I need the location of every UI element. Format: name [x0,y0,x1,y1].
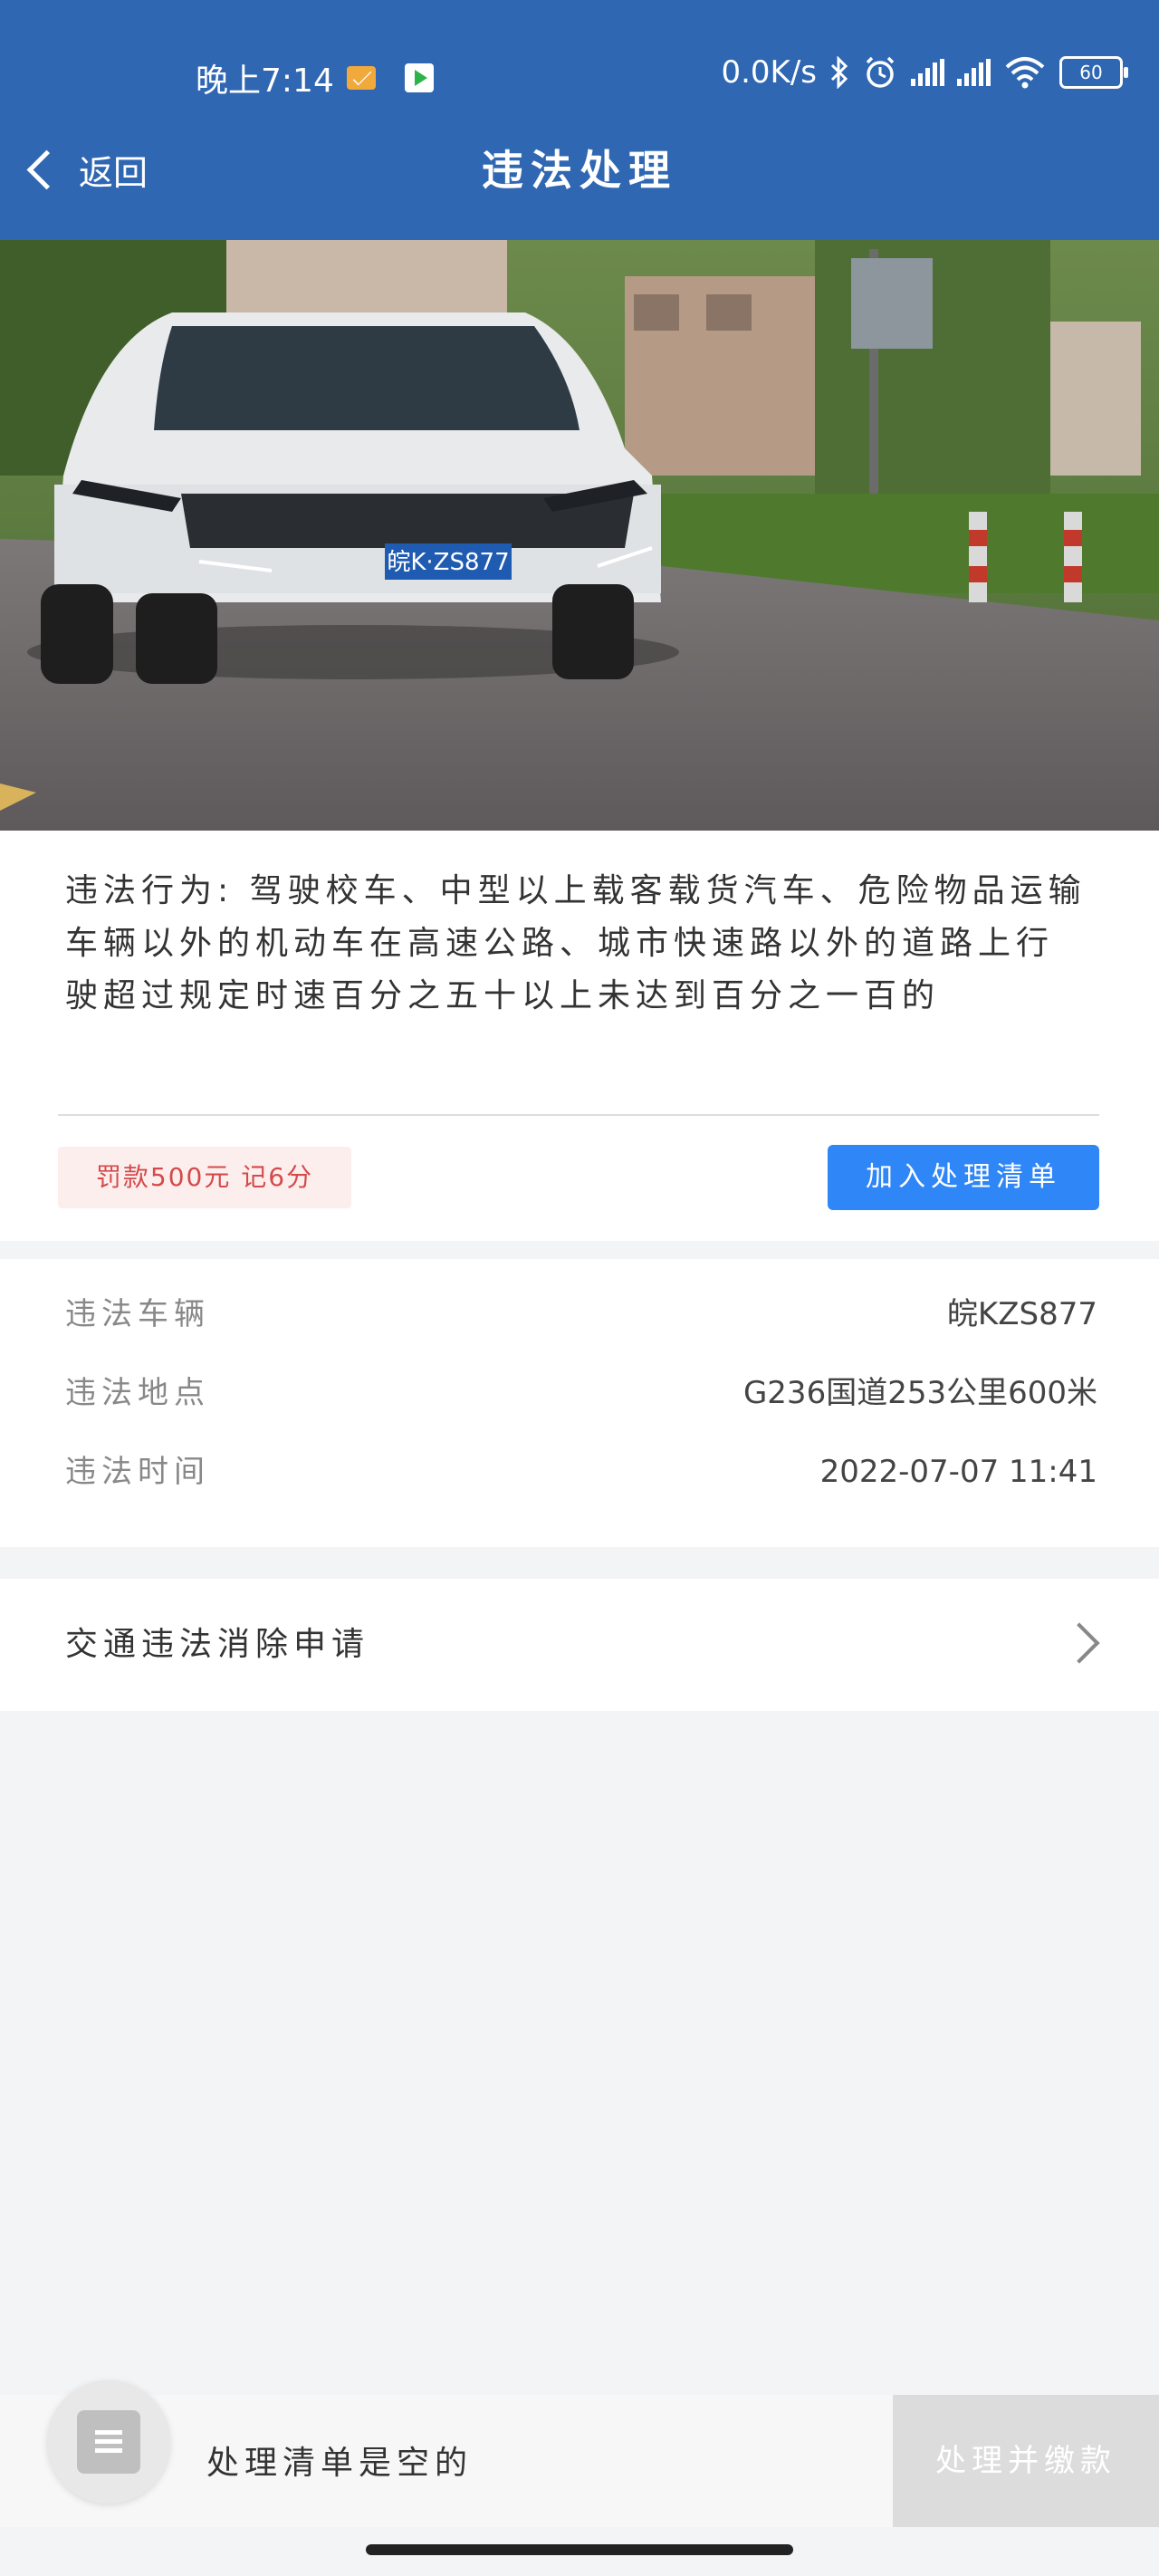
empty-list-text: 处理清单是空的 [206,2445,474,2482]
alarm-icon [866,56,895,88]
detail-label: 违法时间 [65,1454,210,1490]
appeal-label: 交通违法消除申请 [65,1626,370,1663]
license-plate-text: 皖K·ZS877 [387,549,509,576]
violation-card: 违法行为: 驾驶校车、中型以上载客载货汽车、危险物品运输车辆以外的机动车在高速公… [0,831,1159,1241]
wifi-icon [1005,57,1045,89]
penalty-badge: 罚款500元 记6分 [58,1147,351,1208]
appeal-row[interactable]: 交通违法消除申请 [0,1579,1159,1711]
network-speed: 0.0K/s [721,54,817,91]
app-header: 晚上7:14 0.0K/s 60 返回 违法处理 [0,0,1159,240]
list-icon [77,2410,140,2474]
detail-row-location: 违法地点 G236国道253公里600米 [65,1366,1097,1420]
battery-icon: 60 [1059,56,1128,89]
bottom-bar: 处理清单是空的 处理并缴款 [0,2380,1159,2527]
behavior-label: 违法行为: [65,872,235,909]
status-time: 晚上7:14 [196,62,334,100]
page-title: 违法处理 [482,146,677,195]
play-store-icon [404,63,434,92]
detail-row-vehicle: 违法车辆 皖KZS877 [65,1287,1097,1341]
violation-behavior: 违法行为: 驾驶校车、中型以上载客载货汽车、危险物品运输车辆以外的机动车在高速公… [65,865,1088,1023]
divider [58,1114,1099,1116]
process-list-button[interactable] [47,2380,170,2504]
detail-row-time: 违法时间 2022-07-07 11:41 [65,1445,1097,1499]
home-indicator[interactable] [366,2544,793,2555]
chevron-right-icon [1058,1622,1100,1664]
car-photo-illustration: 皖K·ZS877 [0,240,1159,831]
signal-icon-2 [957,59,991,86]
battery-level: 60 [1079,62,1103,83]
violation-details: 违法车辆 皖KZS877 违法地点 G236国道253公里600米 违法时间 2… [0,1259,1159,1547]
detail-label: 违法地点 [65,1375,210,1411]
signal-icon [911,59,944,86]
process-and-pay-button[interactable]: 处理并缴款 [893,2395,1159,2527]
status-bar-left: 晚上7:14 [196,54,434,101]
detail-label: 违法车辆 [65,1296,210,1332]
detail-value: G236国道253公里600米 [742,1375,1097,1411]
violation-photo[interactable]: 皖K·ZS877 [0,240,1159,831]
bluetooth-icon [830,56,848,89]
mail-icon [346,66,376,90]
status-bar-right: 0.0K/s 60 [721,54,1128,91]
detail-value: 2022-07-07 11:41 [819,1454,1097,1490]
add-to-list-button[interactable]: 加入处理清单 [828,1145,1099,1210]
detail-value: 皖KZS877 [946,1296,1097,1332]
